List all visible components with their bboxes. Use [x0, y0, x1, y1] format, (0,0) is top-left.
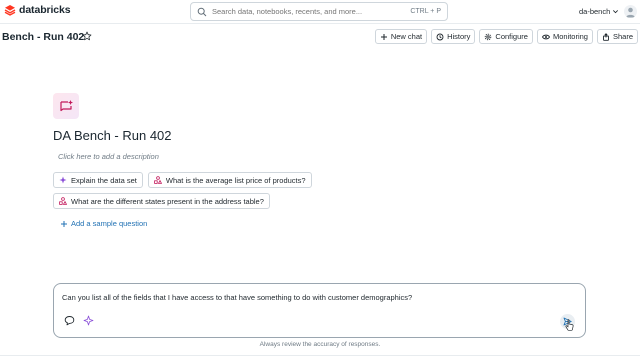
chat-composer[interactable]: Can you list all of the fields that I ha… [53, 283, 586, 338]
sample-question-chip[interactable]: Explain the data set [53, 172, 143, 188]
header: Bench - Run 402 New chat History Configu… [0, 29, 640, 45]
avatar[interactable] [624, 5, 637, 18]
workspace-name: da-bench [579, 7, 611, 16]
plus-icon [61, 220, 67, 227]
new-chat-label: New chat [390, 32, 423, 41]
share-button[interactable]: Share [596, 29, 638, 44]
workspace-switcher[interactable]: da-bench [579, 7, 619, 16]
instructions-button[interactable] [64, 315, 75, 326]
configure-label: Configure [495, 32, 528, 41]
add-sample-question-link[interactable]: Add a sample question [60, 219, 147, 228]
header-actions: New chat History Configure Monitoring Sh… [374, 29, 638, 44]
share-label: Share [612, 32, 633, 41]
assistant-button[interactable] [83, 315, 94, 326]
shapes-icon [154, 176, 162, 184]
star-icon[interactable] [82, 31, 92, 41]
gear-icon [485, 33, 492, 40]
space-description-placeholder[interactable]: Click here to add a description [58, 152, 159, 161]
divider [0, 355, 640, 356]
genie-space-icon [53, 93, 79, 119]
page-title: Bench - Run 402 [2, 31, 85, 43]
sample-question-chip[interactable]: What are the different states present in… [53, 193, 270, 209]
logo-text: databricks [19, 4, 71, 16]
space-title: DA Bench - Run 402 [53, 128, 172, 143]
pointer-cursor-icon [565, 319, 574, 331]
history-label: History [447, 32, 471, 41]
sparkle-icon [59, 176, 67, 184]
search-icon [197, 7, 207, 16]
configure-button[interactable]: Configure [479, 29, 533, 44]
add-sample-question-label: Add a sample question [71, 219, 148, 228]
history-button[interactable]: History [431, 29, 476, 44]
plus-icon [380, 33, 387, 40]
sample-question-label: What is the average list price of produc… [165, 175, 306, 185]
sparkle-icon [83, 315, 94, 326]
share-icon [603, 32, 609, 41]
speech-bubble-icon [64, 316, 75, 326]
accuracy-disclaimer: Always review the accuracy of responses. [259, 341, 381, 348]
chevron-down-icon [613, 10, 619, 14]
search-input[interactable] [212, 7, 411, 16]
sample-question-chip[interactable]: What is the average list price of produc… [147, 172, 312, 188]
monitoring-button[interactable]: Monitoring [536, 29, 593, 44]
databricks-logo-icon [4, 5, 16, 16]
sample-questions: Explain the data set What is the average… [53, 172, 473, 214]
databricks-logo[interactable]: databricks [4, 4, 71, 16]
search-shortcut: CTRL + P [410, 8, 441, 15]
sample-question-label: Explain the data set [71, 175, 137, 185]
new-chat-button[interactable]: New chat [374, 29, 428, 44]
eye-icon [541, 34, 550, 39]
history-icon [436, 33, 444, 40]
chat-input[interactable]: Can you list all of the fields that I ha… [62, 293, 412, 302]
top-bar: databricks CTRL + P da-bench [0, 0, 640, 24]
shapes-icon [59, 197, 67, 205]
chat-sparkle-icon [60, 100, 73, 112]
global-search[interactable]: CTRL + P [190, 2, 448, 21]
sample-question-label: What are the different states present in… [71, 196, 264, 206]
user-icon [626, 7, 635, 18]
monitoring-label: Monitoring [552, 32, 588, 41]
